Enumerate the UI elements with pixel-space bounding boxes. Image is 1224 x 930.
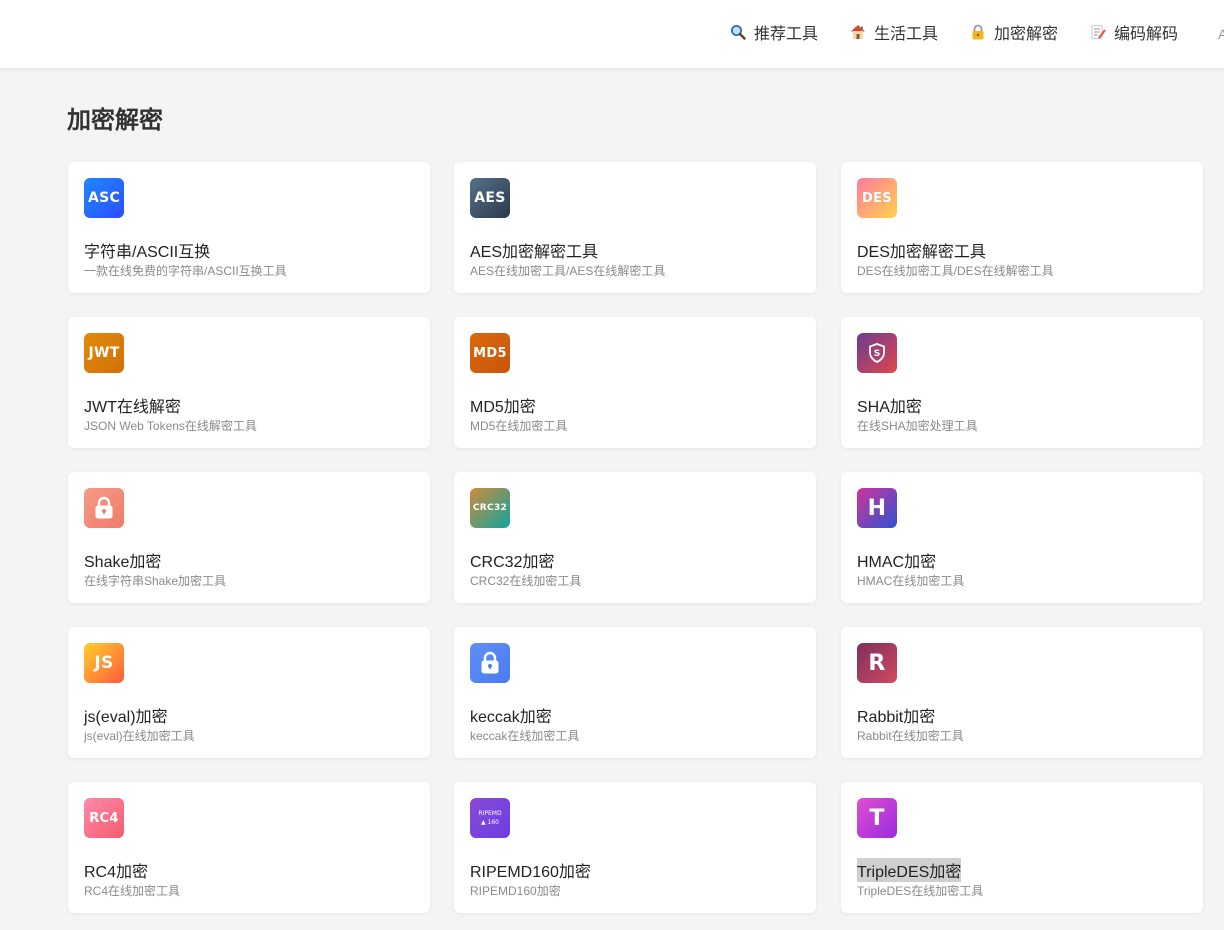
top-bar: 推荐工具 生活工具 加密解密 编码解码 A [0, 0, 1224, 68]
nav-item-label: 加密解密 [994, 26, 1059, 43]
tool-card[interactable]: R Rabbit加密 Rabbit在线加密工具 [841, 627, 1203, 758]
card-title[interactable]: keccak加密 [470, 703, 552, 727]
nav-item-label: 编码解码 [1114, 26, 1179, 43]
nav-overflow-fragment[interactable]: A [1218, 26, 1224, 40]
icon-text: CRC32 [472, 503, 508, 513]
card-description: JSON Web Tokens在线解密工具 [84, 419, 257, 433]
rc4-icon: RC4 [84, 798, 124, 838]
rabbit-icon: R [857, 643, 897, 683]
card-description: js(eval)在线加密工具 [84, 729, 195, 743]
nav-item-2[interactable]: 生活工具 [850, 0, 938, 64]
icon-subtext: ▲ 160 [481, 818, 499, 826]
card-description: MD5在线加密工具 [470, 419, 568, 433]
tool-card[interactable]: T TripleDES加密 TripleDES在线加密工具 [841, 782, 1203, 913]
top-nav: 推荐工具 生活工具 加密解密 编码解码 [730, 0, 1210, 64]
card-description: 在线字符串Shake加密工具 [84, 574, 227, 588]
js-icon: JS [84, 643, 124, 683]
card-title[interactable]: CRC32加密 [470, 548, 554, 572]
tool-card[interactable]: AES AES加密解密工具 AES在线加密工具/AES在线解密工具 [454, 162, 816, 293]
tool-card[interactable]: keccak加密 keccak在线加密工具 [454, 627, 816, 758]
icon-text: JS [94, 653, 114, 673]
tool-card[interactable]: MD5 MD5加密 MD5在线加密工具 [454, 317, 816, 448]
card-title[interactable]: MD5加密 [470, 393, 536, 417]
page-title: 加密解密 [67, 107, 163, 134]
nav-item-3[interactable]: 加密解密 [970, 0, 1058, 64]
tool-card[interactable]: DES DES加密解密工具 DES在线加密工具/DES在线解密工具 [841, 162, 1203, 293]
icon-text: MD5 [473, 345, 507, 361]
icon-text: AES [474, 190, 506, 206]
card-title[interactable]: 字符串/ASCII互换 [84, 238, 210, 262]
tool-card[interactable]: H HMAC加密 HMAC在线加密工具 [841, 472, 1203, 603]
card-title[interactable]: RC4加密 [84, 858, 148, 882]
card-description: 在线SHA加密处理工具 [857, 419, 978, 433]
card-title[interactable]: Shake加密 [84, 548, 161, 572]
asc-icon: ASC [84, 178, 124, 218]
card-title[interactable]: SHA加密 [857, 393, 922, 417]
padlock-icon [84, 488, 124, 528]
tool-card[interactable]: CRC32 CRC32加密 CRC32在线加密工具 [454, 472, 816, 603]
jwt-icon: JWT [84, 333, 124, 373]
padlock-icon [470, 643, 510, 683]
icon-text: ASC [87, 190, 121, 206]
svg-text:S: S [874, 349, 880, 359]
card-description: AES在线加密工具/AES在线解密工具 [470, 264, 666, 278]
card-title[interactable]: AES加密解密工具 [470, 238, 598, 262]
shield-icon: S [857, 333, 897, 373]
des-icon: DES [857, 178, 897, 218]
ripemd-icon: RIPEMD ▲ 160 [470, 798, 510, 838]
magnifier-icon [730, 24, 746, 40]
card-description: RC4在线加密工具 [84, 884, 181, 898]
card-title[interactable]: JWT在线解密 [84, 393, 181, 417]
aes-icon: AES [470, 178, 510, 218]
card-title[interactable]: DES加密解密工具 [857, 238, 986, 262]
tool-card[interactable]: JWT JWT在线解密 JSON Web Tokens在线解密工具 [68, 317, 430, 448]
card-description: keccak在线加密工具 [470, 729, 580, 743]
card-description: TripleDES在线加密工具 [857, 884, 984, 898]
card-title[interactable]: TripleDES加密 [857, 858, 962, 882]
card-title[interactable]: HMAC加密 [857, 548, 936, 572]
tool-card[interactable]: Shake加密在线字符串Shake加密工具 [68, 472, 430, 603]
tripledes-icon: T [857, 798, 897, 838]
card-description: Rabbit在线加密工具 [857, 729, 964, 743]
memo-icon [1090, 24, 1106, 40]
card-title[interactable]: Rabbit加密 [857, 703, 935, 727]
tool-card[interactable]: JS js(eval)加密 js(eval)在线加密工具 [68, 627, 430, 758]
hmac-icon: H [857, 488, 897, 528]
tool-card[interactable]: ASC 字符串/ASCII互换一款在线免费的字符串/ASCII互换工具 [68, 162, 430, 293]
md5-icon: MD5 [470, 333, 510, 373]
icon-text: JWT [88, 345, 120, 361]
card-description: CRC32在线加密工具 [470, 574, 582, 588]
icon-text: DES [862, 190, 892, 206]
icon-text: RIPEMD [478, 809, 502, 817]
lock-icon [970, 24, 986, 40]
card-title[interactable]: RIPEMD160加密 [470, 858, 591, 882]
house-icon [850, 24, 866, 40]
card-title[interactable]: js(eval)加密 [84, 703, 168, 727]
crc32-icon: CRC32 [470, 488, 510, 528]
card-description: DES在线加密工具/DES在线解密工具 [857, 264, 1054, 278]
nav-item-4[interactable]: 编码解码 [1090, 0, 1178, 64]
nav-item-label: 推荐工具 [754, 26, 819, 43]
card-description: 一款在线免费的字符串/ASCII互换工具 [84, 264, 287, 278]
icon-text: T [869, 805, 885, 831]
tool-card[interactable]: S SHA加密在线SHA加密处理工具 [841, 317, 1203, 448]
icon-text: H [867, 495, 887, 521]
icon-text: R [868, 650, 886, 676]
card-description: RIPEMD160加密 [470, 884, 561, 898]
card-description: HMAC在线加密工具 [857, 574, 965, 588]
icon-text: RC4 [89, 810, 119, 826]
nav-item-label: 生活工具 [874, 26, 939, 43]
tool-card[interactable]: RC4 RC4加密 RC4在线加密工具 [68, 782, 430, 913]
tool-card[interactable]: RIPEMD ▲ 160 RIPEMD160加密 RIPEMD160加密 [454, 782, 816, 913]
nav-item-1[interactable]: 推荐工具 [730, 0, 818, 64]
